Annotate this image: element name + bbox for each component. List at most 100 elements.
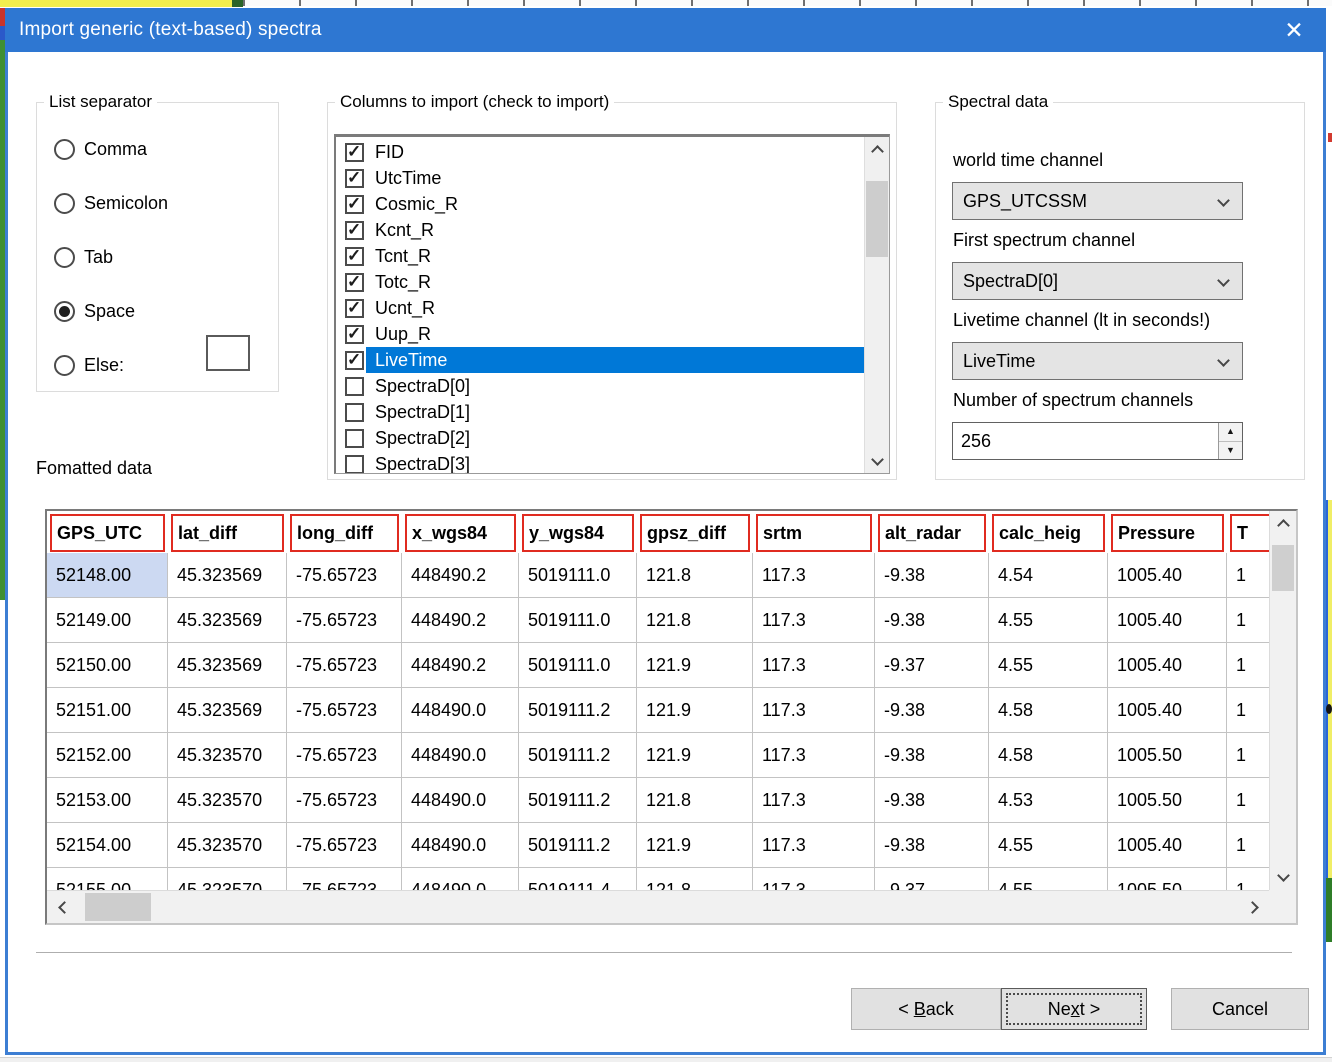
checkbox-unchecked-icon[interactable] — [345, 455, 364, 474]
column-header-y_wgs84[interactable]: y_wgs84 — [522, 514, 634, 552]
table-cell[interactable]: 52152.00 — [47, 733, 168, 777]
table-cell[interactable]: -75.65723 — [287, 643, 402, 687]
livetime-channel-combobox[interactable]: LiveTime — [952, 342, 1243, 380]
scrollbar-thumb[interactable] — [866, 181, 888, 257]
column-header-gpsz_diff[interactable]: gpsz_diff — [640, 514, 750, 552]
table-cell[interactable]: 4.58 — [989, 688, 1108, 732]
table-cell[interactable]: 448490.0 — [402, 688, 519, 732]
scroll-up-button[interactable] — [1270, 511, 1296, 539]
table-cell[interactable]: -75.65723 — [287, 733, 402, 777]
column-item-Kcnt_R[interactable]: Kcnt_R — [336, 217, 864, 243]
table-cell[interactable]: 117.3 — [753, 598, 875, 642]
checkbox-unchecked-icon[interactable] — [345, 403, 364, 422]
back-button[interactable]: < Back — [851, 988, 1001, 1030]
close-button[interactable]: ✕ — [1270, 8, 1318, 52]
checkbox-checked-icon[interactable] — [345, 299, 364, 318]
table-cell[interactable]: -9.38 — [875, 778, 989, 822]
table-cell[interactable]: 1005.40 — [1108, 823, 1227, 867]
table-cell[interactable]: 1005.50 — [1108, 778, 1227, 822]
world-time-channel-combobox[interactable]: GPS_UTCSSM — [952, 182, 1243, 220]
table-cell[interactable]: -75.65723 — [287, 823, 402, 867]
radio-option-comma[interactable]: Comma — [37, 122, 278, 176]
column-item-SpectraD[2][interactable]: SpectraD[2] — [336, 425, 864, 451]
column-item-LiveTime[interactable]: LiveTime — [336, 347, 864, 373]
column-header-lat_diff[interactable]: lat_diff — [171, 514, 284, 552]
table-cell[interactable]: 52153.00 — [47, 778, 168, 822]
table-cell[interactable]: 1005.40 — [1108, 643, 1227, 687]
table-vertical-scrollbar[interactable] — [1269, 511, 1296, 890]
table-cell[interactable]: -9.38 — [875, 823, 989, 867]
checkbox-checked-icon[interactable] — [345, 143, 364, 162]
table-cell[interactable]: 5019111.2 — [519, 823, 637, 867]
table-cell[interactable]: 45.323570 — [168, 823, 287, 867]
table-cell[interactable]: 45.323569 — [168, 553, 287, 597]
table-cell[interactable]: 448490.0 — [402, 823, 519, 867]
spin-up-button[interactable]: ▲ — [1219, 423, 1242, 442]
table-cell[interactable]: 52149.00 — [47, 598, 168, 642]
table-cell[interactable]: 5019111.2 — [519, 688, 637, 732]
table-cell[interactable]: 5019111.0 — [519, 643, 637, 687]
checkbox-unchecked-icon[interactable] — [345, 429, 364, 448]
table-cell[interactable]: 121.9 — [637, 688, 753, 732]
table-cell[interactable]: 121.9 — [637, 733, 753, 777]
table-cell[interactable]: 448490.0 — [402, 733, 519, 777]
table-cell[interactable]: 45.323569 — [168, 643, 287, 687]
columns-listbox[interactable]: FIDUtcTimeCosmic_RKcnt_RTcnt_RTotc_RUcnt… — [334, 134, 890, 474]
table-cell[interactable]: 5019111.2 — [519, 733, 637, 777]
spin-down-button[interactable]: ▼ — [1219, 442, 1242, 460]
first-spectrum-channel-combobox[interactable]: SpectraD[0] — [952, 262, 1243, 300]
table-cell[interactable]: 52148.00 — [47, 553, 168, 597]
spectrum-channels-spinbox[interactable]: 256 ▲ ▼ — [952, 422, 1243, 460]
table-cell[interactable]: -75.65723 — [287, 688, 402, 732]
column-header-calc_heig[interactable]: calc_heig — [992, 514, 1105, 552]
column-header-srtm[interactable]: srtm — [756, 514, 872, 552]
column-header-alt_radar[interactable]: alt_radar — [878, 514, 986, 552]
table-cell[interactable]: 121.8 — [637, 598, 753, 642]
table-cell[interactable]: 4.55 — [989, 643, 1108, 687]
table-horizontal-scrollbar[interactable] — [47, 890, 1269, 923]
table-cell[interactable]: 121.8 — [637, 778, 753, 822]
table-cell[interactable]: 45.323570 — [168, 778, 287, 822]
scroll-right-button[interactable] — [1237, 891, 1267, 923]
column-header-x_wgs84[interactable]: x_wgs84 — [405, 514, 516, 552]
checkbox-checked-icon[interactable] — [345, 195, 364, 214]
column-item-Totc_R[interactable]: Totc_R — [336, 269, 864, 295]
checkbox-unchecked-icon[interactable] — [345, 377, 364, 396]
column-item-SpectraD[1][interactable]: SpectraD[1] — [336, 399, 864, 425]
table-cell[interactable]: 117.3 — [753, 823, 875, 867]
table-cell[interactable]: -9.38 — [875, 688, 989, 732]
table-cell[interactable]: 52150.00 — [47, 643, 168, 687]
column-item-UtcTime[interactable]: UtcTime — [336, 165, 864, 191]
checkbox-checked-icon[interactable] — [345, 221, 364, 240]
table-cell[interactable]: 4.55 — [989, 598, 1108, 642]
table-cell[interactable]: 448490.2 — [402, 643, 519, 687]
checkbox-checked-icon[interactable] — [345, 351, 364, 370]
radio-option-space[interactable]: Space — [37, 284, 278, 338]
table-cell[interactable]: 1005.40 — [1108, 688, 1227, 732]
table-cell[interactable]: 121.9 — [637, 823, 753, 867]
scroll-left-button[interactable] — [49, 891, 79, 923]
table-cell[interactable]: 1005.40 — [1108, 598, 1227, 642]
radio-option-tab[interactable]: Tab — [37, 230, 278, 284]
table-cell[interactable]: 5019111.0 — [519, 553, 637, 597]
column-item-SpectraD[0][interactable]: SpectraD[0] — [336, 373, 864, 399]
table-cell[interactable]: 117.3 — [753, 733, 875, 777]
table-cell[interactable]: 1005.50 — [1108, 733, 1227, 777]
next-button[interactable]: Next > — [1001, 988, 1147, 1030]
column-header-Pressure[interactable]: Pressure — [1111, 514, 1224, 552]
scroll-up-button[interactable] — [865, 137, 889, 165]
column-header-long_diff[interactable]: long_diff — [290, 514, 399, 552]
checkbox-checked-icon[interactable] — [345, 325, 364, 344]
table-cell[interactable]: 4.58 — [989, 733, 1108, 777]
checkbox-checked-icon[interactable] — [345, 273, 364, 292]
column-item-SpectraD[3][interactable]: SpectraD[3] — [336, 451, 864, 474]
table-cell[interactable]: -9.38 — [875, 733, 989, 777]
scrollbar-thumb[interactable] — [85, 893, 151, 921]
radio-option-semicolon[interactable]: Semicolon — [37, 176, 278, 230]
table-cell[interactable]: 448490.2 — [402, 553, 519, 597]
column-item-Cosmic_R[interactable]: Cosmic_R — [336, 191, 864, 217]
scroll-down-button[interactable] — [1270, 862, 1296, 888]
table-cell[interactable]: -75.65723 — [287, 598, 402, 642]
table-cell[interactable]: 4.55 — [989, 823, 1108, 867]
table-cell[interactable]: 5019111.0 — [519, 598, 637, 642]
